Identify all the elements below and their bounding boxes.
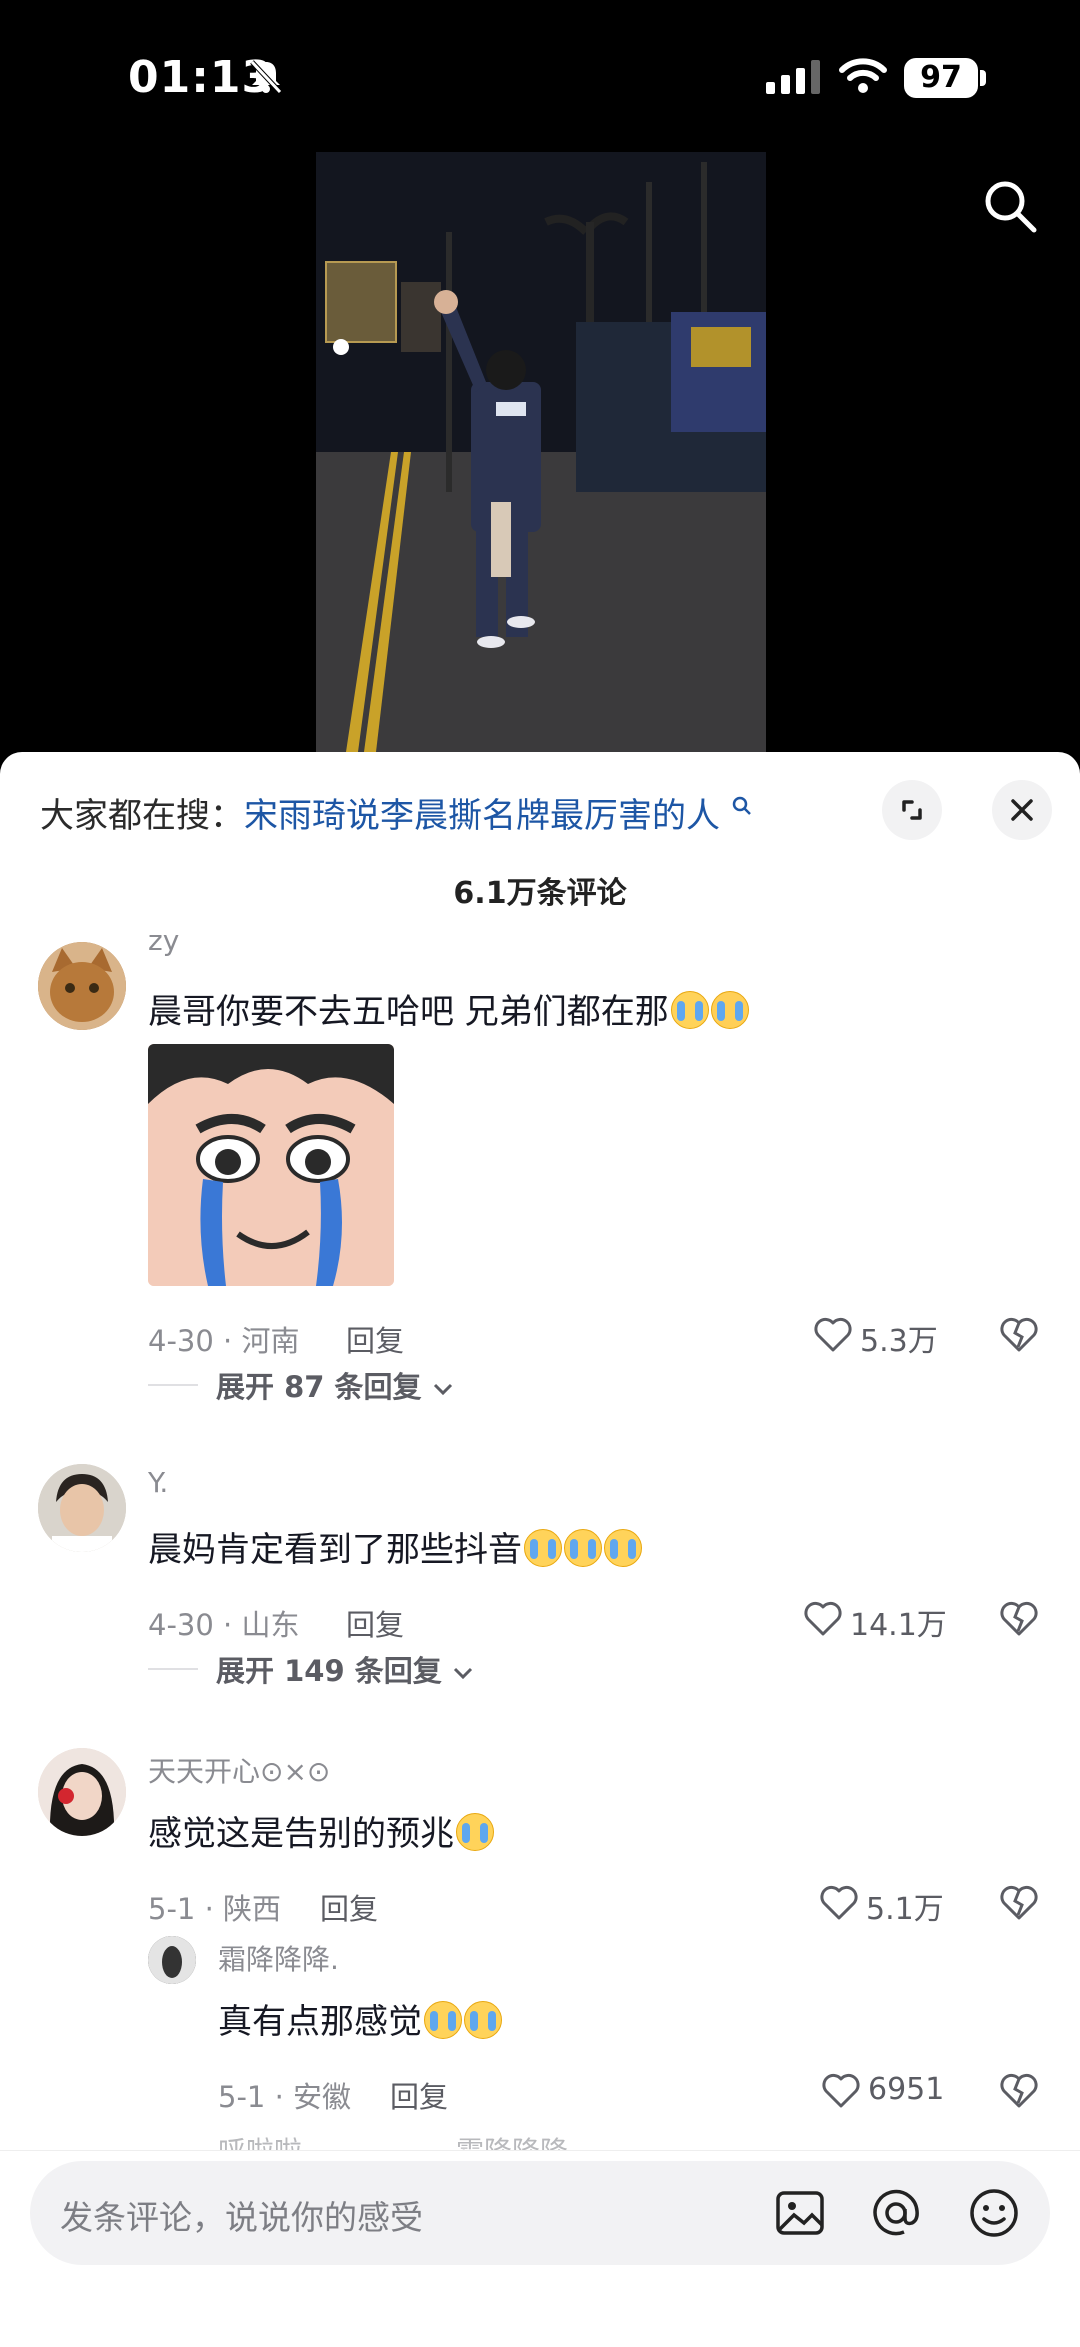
comment-date-location: 5-1 · 陕西 xyxy=(148,1892,282,1926)
like-count: 5.3万 xyxy=(860,1324,938,1359)
like-count: 5.1万 xyxy=(866,1892,944,1927)
small-search-icon xyxy=(732,796,751,815)
search-icon[interactable] xyxy=(980,176,1040,236)
crying-emoji-icon xyxy=(564,1529,602,1567)
man-avatar-icon xyxy=(38,1464,126,1552)
status-bar: 01:13 97 xyxy=(0,0,1080,150)
comment-text-content: 晨妈肯定看到了那些抖音 xyxy=(148,1530,522,1570)
comment-text-content: 感觉这是告别的预兆 xyxy=(148,1814,454,1854)
broken-heart-icon[interactable] xyxy=(998,2070,1040,2110)
image-icon[interactable] xyxy=(772,2185,828,2241)
at-icon[interactable] xyxy=(868,2185,924,2241)
user-avatar-icon xyxy=(148,1936,196,1984)
avatar[interactable] xyxy=(38,1748,126,1836)
chevron-down-icon xyxy=(453,1667,472,1680)
comment-text: 晨哥你要不去五哈吧 兄弟们都在那 xyxy=(148,984,749,1033)
trending-search-prefix: 大家都在搜： xyxy=(40,796,244,836)
holding-back-tears-emoji-icon xyxy=(710,991,749,1029)
heart-icon[interactable] xyxy=(802,1598,844,1638)
reply-button[interactable]: 回复 xyxy=(346,1318,404,1360)
like-count: 6951 xyxy=(868,2072,945,2107)
comment-input-bar: 发条评论，说说你的感受 xyxy=(0,2150,1080,2347)
expand-replies-button[interactable]: 展开 87 条回复 xyxy=(216,1364,454,1406)
crying-emoji-icon xyxy=(424,2001,462,2039)
divider xyxy=(148,1668,198,1670)
comment-text-content: 晨哥你要不去五哈吧 兄弟们都在那 xyxy=(148,992,669,1032)
crying-emoji-icon xyxy=(464,2001,502,2039)
comment-username[interactable]: zy xyxy=(148,924,179,957)
comment-date-location: 4-30 · 河南 xyxy=(148,1324,300,1358)
comment-input-placeholder: 发条评论，说说你的感受 xyxy=(60,2198,423,2237)
video-frame xyxy=(316,152,766,752)
reply-button[interactable]: 回复 xyxy=(390,2074,448,2116)
reply-button[interactable]: 回复 xyxy=(320,1886,378,1928)
crying-emoji-icon xyxy=(604,1529,642,1567)
broken-heart-icon[interactable] xyxy=(998,1882,1040,1922)
comment-text: 感觉这是告别的预兆 xyxy=(148,1806,494,1855)
comments-sheet: 大家都在搜：宋雨琦说李晨撕名牌最厉害的人 6.1万条评论 zy 晨哥你要不去五哈… xyxy=(0,752,1080,2347)
expand-sheet-button[interactable] xyxy=(882,780,942,840)
comment-date-location: 4-30 · 山东 xyxy=(148,1608,300,1642)
emoji-icon[interactable] xyxy=(966,2185,1022,2241)
broken-heart-icon[interactable] xyxy=(998,1598,1040,1638)
chevron-down-icon xyxy=(433,1383,452,1396)
wifi-icon xyxy=(839,58,887,93)
comment-count: 6.1万条评论 xyxy=(453,876,627,911)
avatar[interactable] xyxy=(148,1936,196,1984)
like-count: 14.1万 xyxy=(850,1608,947,1643)
comment-date-location: 5-1 · 安徽 xyxy=(218,2080,352,2114)
muted-bell-icon xyxy=(250,60,282,94)
heart-icon[interactable] xyxy=(812,1314,854,1354)
trending-search-term[interactable]: 宋雨琦说李晨撕名牌最厉害的人 xyxy=(244,796,720,836)
avatar[interactable] xyxy=(38,1464,126,1552)
crying-emoji-icon xyxy=(524,1529,562,1567)
heart-icon[interactable] xyxy=(818,1882,860,1922)
avatar[interactable] xyxy=(38,942,126,1030)
comment-username[interactable]: 霜降降降. xyxy=(218,1938,339,1978)
divider xyxy=(148,1384,198,1386)
cat-avatar-icon xyxy=(38,942,126,1030)
broken-heart-icon[interactable] xyxy=(998,1314,1040,1354)
comment-username[interactable]: 天天开心⊙×⊙ xyxy=(148,1750,330,1790)
comment-text: 真有点那感觉 xyxy=(218,1994,502,2043)
comment-sticker-image[interactable] xyxy=(148,1044,394,1286)
expand-replies-button[interactable]: 展开 149 条回复 xyxy=(216,1648,474,1690)
battery-indicator: 97 xyxy=(904,58,978,98)
woman-avatar-icon xyxy=(38,1748,126,1836)
close-sheet-button[interactable] xyxy=(992,780,1052,840)
comment-text: 晨妈肯定看到了那些抖音 xyxy=(148,1522,642,1571)
cellular-signal-icon xyxy=(766,60,820,94)
expand-replies-label: 展开 87 条回复 xyxy=(216,1370,422,1404)
crying-emoji-icon xyxy=(670,991,709,1029)
crying-emoji-icon xyxy=(456,1813,494,1851)
video-player[interactable] xyxy=(316,152,766,752)
reply-button[interactable]: 回复 xyxy=(346,1602,404,1644)
expand-replies-label: 展开 149 条回复 xyxy=(216,1654,442,1688)
trending-search[interactable]: 大家都在搜：宋雨琦说李晨撕名牌最厉害的人 xyxy=(40,788,753,837)
comment-input[interactable]: 发条评论，说说你的感受 xyxy=(30,2161,1050,2265)
crying-cartoon-face-icon xyxy=(148,1044,394,1286)
heart-icon[interactable] xyxy=(820,2070,862,2110)
close-icon xyxy=(1011,799,1033,821)
battery-tip xyxy=(980,70,986,86)
comment-username[interactable]: Y. xyxy=(148,1466,168,1499)
expand-icon xyxy=(902,800,922,820)
comment-text-content: 真有点那感觉 xyxy=(218,2002,422,2042)
